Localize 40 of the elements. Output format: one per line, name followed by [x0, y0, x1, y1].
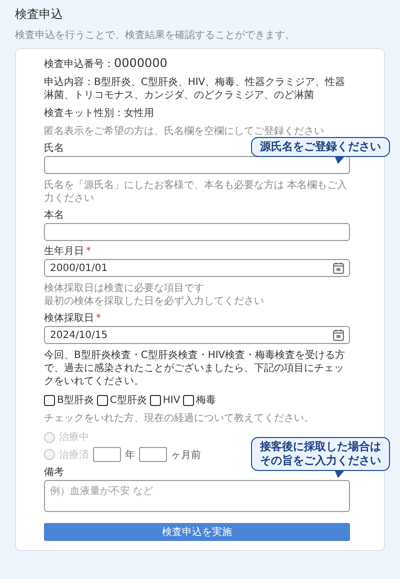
- required-mark: *: [96, 313, 101, 324]
- input-field[interactable]: [44, 223, 350, 241]
- hint-text: 検体採取日は検査に必要な項目です 最初の検体を採取した日を必ず入力してください: [44, 282, 265, 308]
- hint-text: 匿名表示をご希望の方は、氏名欄を空欄にしてご登録ください: [44, 125, 325, 138]
- required-mark: *: [86, 246, 91, 257]
- calendar-icon[interactable]: [333, 262, 344, 274]
- submit-button[interactable]: 検査申込を実施: [44, 523, 350, 541]
- checkbox[interactable]: [96, 394, 108, 406]
- application-number: 0000000: [114, 56, 168, 70]
- checkbox-label: B型肝炎: [57, 394, 94, 407]
- instruction-text: 今回、B型肝炎検査・C型肝炎検査・HIV検査・梅毒検査を受ける方で、過去に感染されたことがございましたら、下記の項目にチェックをいれてください。: [44, 349, 346, 388]
- checkbox[interactable]: [150, 394, 161, 406]
- checkbox[interactable]: [183, 394, 194, 406]
- page-title: 検査申込: [15, 6, 64, 23]
- checkbox-label: 梅毒: [196, 394, 216, 407]
- kit-gender-text: 検査キット性別：女性用: [44, 107, 155, 120]
- radio-label: 治療中: [59, 430, 89, 444]
- callout-text: 接客後に採取した場合は その旨をご入力ください: [260, 440, 381, 467]
- number-label: 検査申込番号：: [44, 59, 114, 70]
- callout-text: 源氏名をご登録ください: [260, 140, 381, 153]
- months-field[interactable]: [139, 447, 167, 462]
- contents-text: 申込内容：B型肝炎、C型肝炎、HIV、梅毒、性器クラミジア、性器淋菌、トリコモナス、カンジダ、のどクラミジア、のど淋菌: [44, 76, 346, 102]
- field-label: 氏名: [44, 143, 64, 154]
- unit-label: ヶ月前: [171, 448, 201, 462]
- field-label: 備考: [44, 467, 64, 478]
- date-field[interactable]: 2000/01/01: [44, 259, 350, 277]
- hint-text: チェックをいれた方、現在の経過について教えてください。: [44, 412, 315, 425]
- checkbox-label: C型肝炎: [110, 394, 147, 407]
- years-field[interactable]: [93, 447, 121, 462]
- unit-label: 年: [125, 448, 135, 462]
- field-label: 検体採取日: [44, 313, 94, 324]
- checkbox[interactable]: [44, 394, 55, 406]
- radio-label: 治療済: [59, 448, 89, 462]
- date-field[interactable]: 2024/10/15: [44, 326, 350, 344]
- checkbox-label: HIV: [162, 394, 180, 406]
- field-label: 本名: [44, 210, 64, 221]
- hint-text: 氏名を「源氏名」にしたお客様で、本名も必要な方は 本名欄もご入力ください: [44, 179, 348, 205]
- calendar-icon[interactable]: [333, 329, 344, 341]
- page-subtitle: 検査申込を行うことで、検査結果を確認することができます。: [15, 28, 296, 42]
- field-label: 生年月日: [44, 246, 84, 257]
